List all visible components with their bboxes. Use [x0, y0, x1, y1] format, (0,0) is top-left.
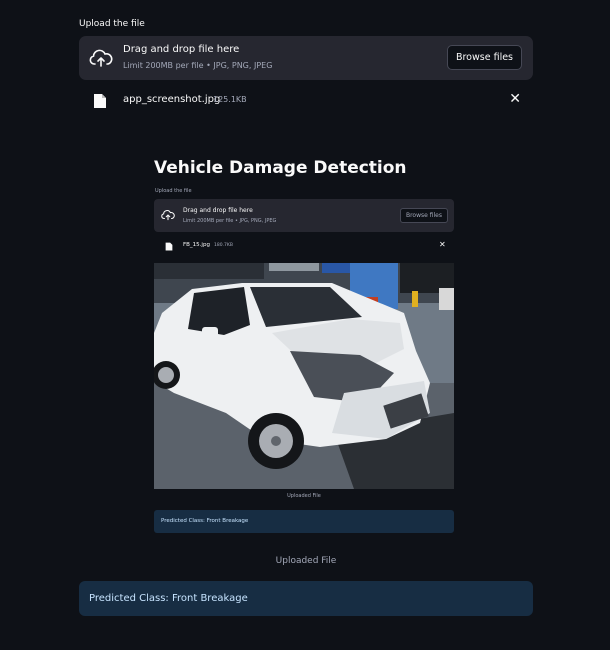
- close-icon: ✕: [439, 240, 446, 249]
- dropzone-limit: Limit 200MB per file • JPG, PNG, JPEG: [123, 61, 273, 70]
- car-photo: [154, 263, 454, 489]
- cloud-upload-icon: [161, 210, 175, 221]
- uploaded-image: Vehicle Damage Detection Upload the file…: [79, 122, 533, 540]
- prediction-box: Predicted Class: Front Breakage: [79, 581, 533, 616]
- file-name: app_screenshot.jpg: [123, 94, 221, 105]
- uploaded-file-row: app_screenshot.jpg 125.1KB ✕: [79, 87, 533, 113]
- screenshot-title: Vehicle Damage Detection: [154, 158, 407, 178]
- screenshot-dropzone-title: Drag and drop file here: [183, 207, 253, 214]
- browse-files-button[interactable]: Browse files: [446, 45, 522, 70]
- screenshot-prediction-text: Predicted Class: Front Breakage: [161, 518, 249, 524]
- screenshot-upload-label: Upload the file: [155, 188, 192, 194]
- file-size: 125.1KB: [213, 95, 247, 104]
- file-icon: [165, 242, 173, 251]
- dropzone-title: Drag and drop file here: [123, 44, 240, 55]
- screenshot-dropzone-limit: Limit 200MB per file • JPG, PNG, JPEG: [183, 218, 277, 224]
- screenshot-image-caption: Uploaded File: [287, 493, 321, 499]
- screenshot-dropzone: Drag and drop file here Limit 200MB per …: [154, 199, 454, 232]
- image-caption: Uploaded File: [275, 556, 337, 566]
- file-dropzone[interactable]: Drag and drop file here Limit 200MB per …: [79, 36, 533, 80]
- screenshot-prediction-box: Predicted Class: Front Breakage: [154, 510, 454, 533]
- prediction-text: Predicted Class: Front Breakage: [89, 593, 248, 604]
- cloud-upload-icon: [89, 49, 113, 67]
- screenshot-file-size: 180.7KB: [214, 243, 233, 248]
- screenshot-browse-button: Browse files: [399, 208, 448, 223]
- close-icon[interactable]: ✕: [509, 91, 521, 107]
- file-icon: [94, 94, 106, 108]
- screenshot-file-name: FB_15.jpg: [183, 242, 210, 248]
- upload-label: Upload the file: [79, 19, 145, 29]
